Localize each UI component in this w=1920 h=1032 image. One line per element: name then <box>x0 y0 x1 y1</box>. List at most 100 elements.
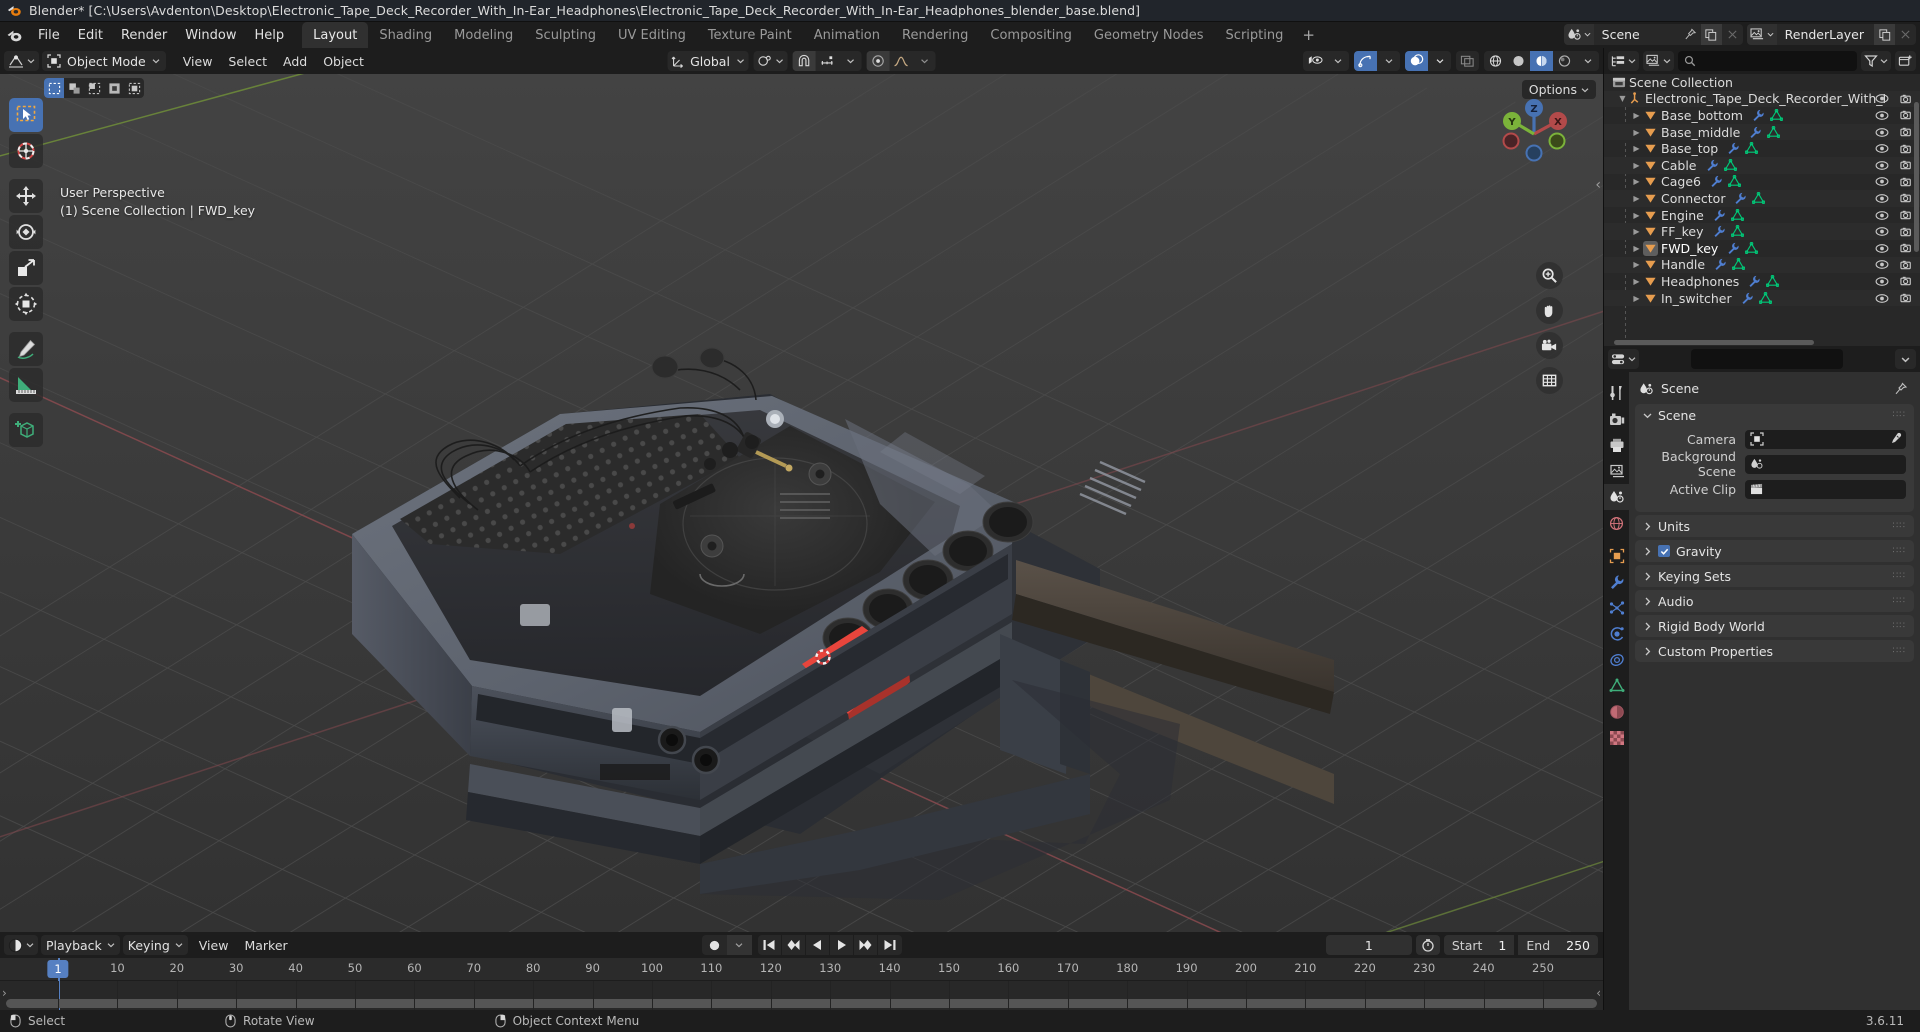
modifier-icon[interactable] <box>1752 109 1765 122</box>
outliner[interactable]: Scene Collection ▼ Electronic_Tape_Deck_… <box>1604 74 1920 346</box>
modifier-icon[interactable] <box>1734 192 1747 205</box>
tab-texture-paint[interactable]: Texture Paint <box>697 22 803 48</box>
timeline-menu-view[interactable]: View <box>191 936 237 955</box>
scene-properties-tab[interactable] <box>1604 484 1629 510</box>
modifier-icon[interactable] <box>1727 142 1740 155</box>
jump-end-icon[interactable] <box>878 935 902 955</box>
output-properties-tab[interactable] <box>1604 432 1629 458</box>
modifier-icon[interactable] <box>1727 242 1740 255</box>
expand-triangle-icon[interactable]: ▶ <box>1630 244 1643 253</box>
viewport-menu-add[interactable]: Add <box>275 52 315 71</box>
modifier-icon[interactable] <box>1748 275 1761 288</box>
mesh-data-icon[interactable] <box>1732 258 1746 271</box>
properties-options-dropdown-icon[interactable] <box>1895 349 1916 369</box>
particles-properties-tab[interactable] <box>1604 595 1629 621</box>
prev-keyframe-icon[interactable] <box>782 935 806 955</box>
annotate-tool[interactable] <box>9 332 43 366</box>
menu-window[interactable]: Window <box>176 25 245 46</box>
viewport-menu-object[interactable]: Object <box>315 52 372 71</box>
render-properties-tab[interactable] <box>1604 406 1629 432</box>
mesh-data-icon[interactable] <box>1730 225 1744 238</box>
timeline-scroll-right-icon[interactable]: ‹ <box>1596 986 1601 1000</box>
physics-properties-tab[interactable] <box>1604 621 1629 647</box>
timeline-horizontal-scrollbar[interactable] <box>6 999 1597 1008</box>
object-visibility-icon[interactable] <box>1303 51 1326 71</box>
toggle-ortho-icon[interactable] <box>1536 367 1563 394</box>
view-layer-properties-tab[interactable] <box>1604 458 1629 484</box>
tab-sculpting[interactable]: Sculpting <box>524 22 607 48</box>
hide-in-viewport-icon[interactable] <box>1875 259 1889 270</box>
outliner-object-row[interactable]: ▶ Base_top <box>1604 140 1920 157</box>
pin-scene-icon[interactable] <box>1680 24 1701 45</box>
properties-collapsed-panel[interactable]: Rigid Body World ∷∷ <box>1635 615 1914 637</box>
gizmo-dropdown-icon[interactable] <box>1377 51 1400 71</box>
modifier-icon[interactable] <box>1710 175 1723 188</box>
next-keyframe-icon[interactable] <box>854 935 878 955</box>
select-subtract-icon[interactable] <box>84 78 104 98</box>
playback-menu[interactable]: Playback <box>41 935 120 955</box>
expand-triangle-icon[interactable]: ▶ <box>1630 227 1643 236</box>
material-properties-tab[interactable] <box>1604 699 1629 725</box>
outliner-search-input[interactable] <box>1678 51 1857 71</box>
outliner-object-row[interactable]: ▶ Base_middle <box>1604 123 1920 141</box>
outliner-object-row[interactable]: ▶ FF_key <box>1604 223 1920 240</box>
menu-file[interactable]: File <box>29 25 69 46</box>
properties-collapsed-panel[interactable]: Audio ∷∷ <box>1635 590 1914 612</box>
expand-triangle-icon[interactable]: ▶ <box>1630 194 1643 203</box>
expand-triangle-icon[interactable]: ▶ <box>1630 111 1643 120</box>
scene-name[interactable]: Scene <box>1594 27 1680 42</box>
viewport-menu-select[interactable]: Select <box>220 52 275 71</box>
constraints-properties-tab[interactable] <box>1604 647 1629 673</box>
properties-collapsed-panel[interactable]: Gravity ∷∷ <box>1635 540 1914 562</box>
mesh-data-icon[interactable] <box>1727 175 1741 188</box>
menu-help[interactable]: Help <box>246 25 294 46</box>
disable-in-renders-icon[interactable] <box>1900 126 1914 138</box>
mesh-data-icon[interactable] <box>1745 241 1759 255</box>
scene-browse-icon[interactable] <box>1563 24 1594 45</box>
expand-triangle-icon[interactable]: ▶ <box>1630 294 1643 303</box>
end-frame-field[interactable]: End 250 <box>1518 935 1598 955</box>
expand-triangle-icon[interactable]: ▶ <box>1630 177 1643 186</box>
viewport-options-button[interactable]: Options <box>1521 80 1596 99</box>
modifier-icon[interactable] <box>1749 126 1762 139</box>
outliner-collection-row[interactable]: ▼ Electronic_Tape_Deck_Recorder_With_I <box>1604 90 1920 108</box>
new-collection-icon[interactable] <box>1895 51 1916 71</box>
hide-in-viewport-icon[interactable] <box>1875 293 1889 304</box>
modifier-icon[interactable] <box>1713 225 1726 238</box>
modifier-icon[interactable] <box>1714 258 1727 271</box>
expand-triangle-icon[interactable]: ▶ <box>1630 128 1643 137</box>
expand-triangle-icon[interactable]: ▶ <box>1630 277 1643 286</box>
properties-collapsed-panel[interactable]: Units ∷∷ <box>1635 515 1914 537</box>
mesh-data-icon[interactable] <box>1752 191 1766 205</box>
hide-in-viewport-icon[interactable] <box>1875 127 1889 138</box>
show-gizmo-icon[interactable] <box>1354 51 1377 71</box>
disable-in-renders-icon[interactable] <box>1900 176 1914 188</box>
3d-viewport[interactable]: User Perspective (1) Scene Collection | … <box>0 74 1603 932</box>
hide-in-viewport-icon[interactable] <box>1875 276 1889 287</box>
scene-selector[interactable]: Scene <box>1563 24 1743 45</box>
select-box-icon[interactable] <box>44 78 64 98</box>
interaction-mode-selector[interactable]: Object Mode <box>42 51 166 71</box>
expand-triangle-icon[interactable]: ▶ <box>1630 161 1643 170</box>
disable-in-renders-icon[interactable] <box>1900 209 1914 221</box>
rendered-shading-icon[interactable] <box>1553 51 1576 71</box>
current-frame-field[interactable]: 1 <box>1325 935 1412 955</box>
proportional-falloff-icon[interactable] <box>890 51 913 71</box>
outliner-display-mode-icon[interactable] <box>1643 51 1674 71</box>
panel-header[interactable]: Custom Properties ∷∷ <box>1635 640 1914 662</box>
object-properties-tab[interactable] <box>1604 543 1629 569</box>
hide-in-viewport-icon[interactable] <box>1875 193 1889 204</box>
shading-dropdown-icon[interactable] <box>1576 51 1599 71</box>
outliner-object-row[interactable]: ▶ Handle <box>1604 256 1920 274</box>
outliner-horizontal-scrollbar[interactable] <box>1614 340 1814 345</box>
properties-editor-type-icon[interactable] <box>1608 349 1639 369</box>
timeline-body[interactable]: 1102030405060708090100110120130140150160… <box>0 958 1603 1010</box>
snap-magnet-icon[interactable] <box>792 51 816 71</box>
scene-panel-header[interactable]: Scene ∷∷ <box>1635 404 1914 426</box>
disable-in-renders-icon[interactable] <box>1900 93 1914 105</box>
select-intersect-icon[interactable] <box>124 78 144 98</box>
camera-field[interactable] <box>1745 429 1906 449</box>
collapse-triangle-icon[interactable]: ▼ <box>1616 94 1629 103</box>
auto-keying-dropdown-icon[interactable] <box>726 935 752 955</box>
hide-in-viewport-icon[interactable] <box>1875 176 1889 187</box>
